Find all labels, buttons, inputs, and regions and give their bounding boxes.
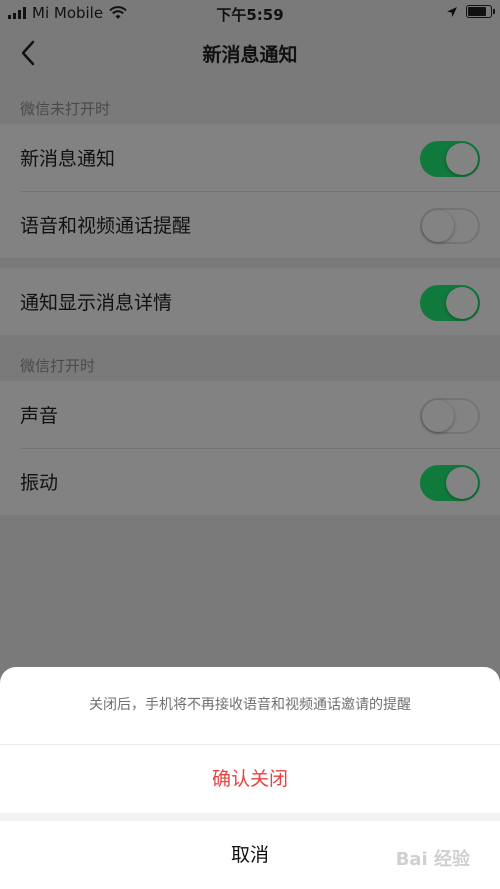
toggle-knob <box>422 210 454 242</box>
battery-fill <box>468 7 487 16</box>
section-header-wechat-open: 微信打开时 <box>20 357 96 375</box>
status-time: 下午5:59 <box>216 6 284 24</box>
vibrate-toggle[interactable] <box>420 465 480 501</box>
page-title: 新消息通知 <box>202 44 298 66</box>
settings-row-vibrate[interactable]: 振动 <box>0 448 500 515</box>
nav-bar: 新消息通知 <box>0 26 500 80</box>
toggle-knob <box>446 467 478 499</box>
battery-icon <box>466 5 495 18</box>
row-label: 振动 <box>20 472 59 494</box>
confirm-close-button[interactable]: 确认关闭 <box>0 745 500 813</box>
row-label: 语音和视频通话提醒 <box>20 215 192 237</box>
action-sheet-divider <box>0 813 500 821</box>
settings-row-call-reminder[interactable]: 语音和视频通话提醒 <box>0 191 500 258</box>
toggle-knob <box>446 287 478 319</box>
settings-group-wechat-closed: 新消息通知 语音和视频通话提醒 <box>0 124 500 258</box>
status-right <box>446 5 495 18</box>
sound-toggle[interactable] <box>420 398 480 434</box>
settings-group-details: 通知显示消息详情 <box>0 268 500 335</box>
settings-row-show-details[interactable]: 通知显示消息详情 <box>0 268 500 335</box>
show-details-toggle[interactable] <box>420 285 480 321</box>
settings-row-sound[interactable]: 声音 <box>0 381 500 448</box>
call-reminder-toggle[interactable] <box>420 208 480 244</box>
row-label: 声音 <box>20 405 59 427</box>
location-arrow-icon <box>447 6 457 17</box>
toggle-knob <box>422 400 454 432</box>
section-header-wechat-closed: 微信未打开时 <box>20 100 111 118</box>
new-message-toggle[interactable] <box>420 141 480 177</box>
settings-row-new-message[interactable]: 新消息通知 <box>0 124 500 191</box>
row-label: 通知显示消息详情 <box>20 292 173 314</box>
baidu-jingyan-watermark: Bai 经验 <box>395 849 470 870</box>
settings-group-wechat-open: 声音 振动 <box>0 381 500 515</box>
row-label: 新消息通知 <box>20 148 116 170</box>
action-sheet-message: 关闭后，手机将不再接收语音和视频通话邀请的提醒 <box>0 667 500 745</box>
toggle-knob <box>446 143 478 175</box>
status-bar: Mi Mobile 下午5:59 <box>0 0 500 26</box>
